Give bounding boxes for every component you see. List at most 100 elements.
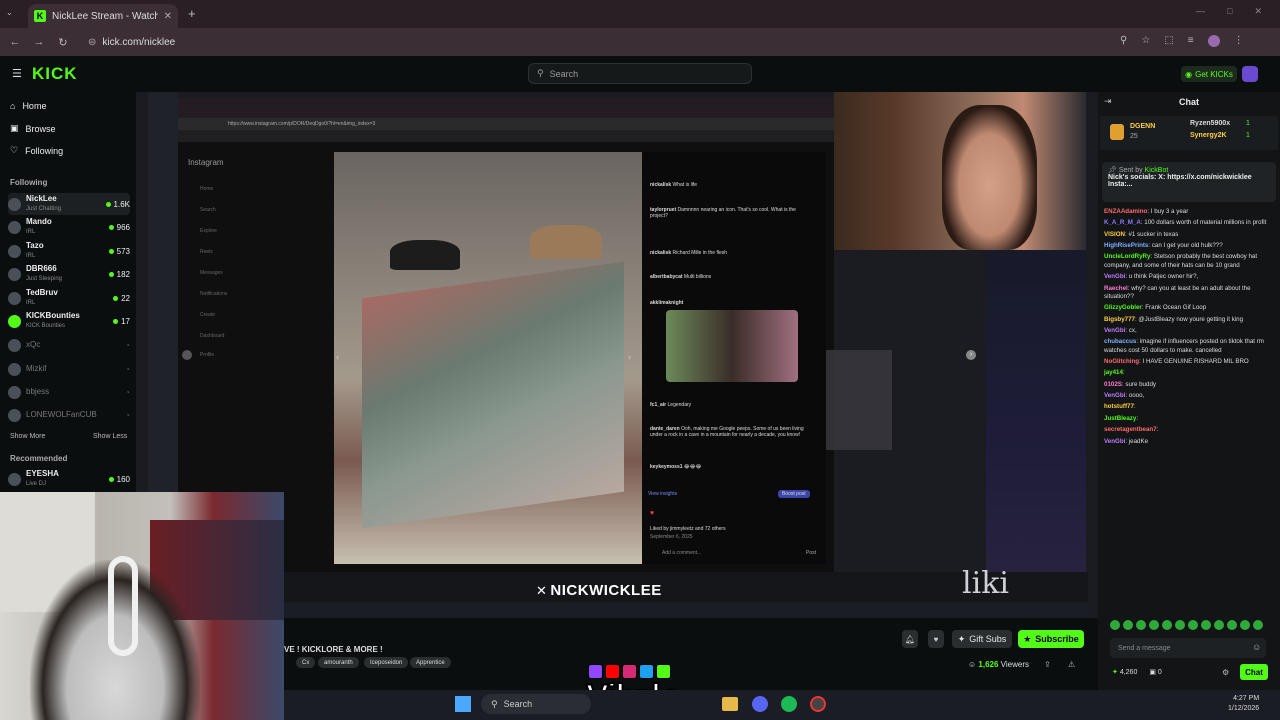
spotify-icon[interactable] (781, 696, 797, 712)
sidebar-channel-lonewolfancub[interactable]: LONEWOLFanCUB ◔ (8, 404, 130, 426)
carousel-next-icon[interactable]: › (628, 352, 631, 362)
chat-username[interactable]: ENZAAdamino (1104, 208, 1147, 215)
kick-logo[interactable]: KICK (32, 64, 78, 84)
chat-username[interactable]: jay414 (1104, 369, 1123, 376)
chat-username[interactable]: VenGbi (1104, 392, 1125, 399)
emote-icon[interactable] (1188, 620, 1198, 630)
sidebar-channel-xqc[interactable]: xQc ◔ (8, 334, 130, 356)
get-kicks-button[interactable]: ◉ Get KICKs (1181, 66, 1237, 82)
chat-username[interactable]: NoGlitching (1104, 358, 1139, 365)
pinned-message[interactable]: 📌︎ Sent by KickBot Nick's socials: X: ht… (1102, 162, 1276, 202)
tag-apprentice[interactable]: Apprentice (410, 657, 451, 668)
chat-username[interactable]: Raechel (1104, 285, 1128, 292)
comment-text: Multi billions (683, 274, 712, 280)
emote-icon[interactable] (1162, 620, 1172, 630)
url-field[interactable]: ⊜ kick.com/nicklee (80, 33, 1160, 51)
subscribe-button[interactable]: ★ Subscribe (1018, 630, 1084, 648)
sidebar-channel-kickbounties[interactable]: KICKBounties KICK Bounties 17 (8, 310, 130, 332)
emote-icon[interactable] (1175, 620, 1185, 630)
chat-username[interactable]: K_A_R_M_A (1104, 219, 1141, 226)
chat-username[interactable]: GlizzyGobler (1104, 304, 1142, 311)
chat-username[interactable]: UncleLordRyRy (1104, 253, 1150, 260)
emote-icon[interactable] (1149, 620, 1159, 630)
emote-icon[interactable] (1253, 620, 1263, 630)
tag-amouranth[interactable]: amouranth (318, 657, 359, 668)
chat-message: VISION: #1 sucker in texas (1104, 230, 1179, 238)
share-icon[interactable]: ⇪ (1044, 660, 1051, 669)
media-icon[interactable]: ≡ (1188, 35, 1194, 47)
chat-username[interactable]: VenGbi (1104, 438, 1125, 445)
emote-icon[interactable] (1136, 620, 1146, 630)
windows-start-icon[interactable] (455, 696, 471, 712)
close-window-icon[interactable]: ✕ (1254, 6, 1262, 17)
nav-home[interactable]: ⌂ Home (10, 101, 46, 111)
emote-icon[interactable] (1214, 620, 1224, 630)
app-icon[interactable] (810, 696, 826, 712)
new-tab-button[interactable]: + (188, 6, 196, 21)
chat-username[interactable]: JustBleazy (1104, 415, 1136, 422)
minimize-icon[interactable]: — (1196, 6, 1205, 17)
file-explorer-icon[interactable] (722, 697, 738, 711)
emote-bar[interactable] (1110, 620, 1270, 632)
extensions-icon[interactable]: ⬚ (1164, 35, 1173, 47)
chat-username[interactable]: VenGbi (1104, 273, 1125, 280)
carousel-prev-icon[interactable]: ‹ (336, 352, 339, 362)
sidebar-channel-nicklee[interactable]: NickLee Just Chatting 1.6K (8, 193, 130, 215)
show-more-button[interactable]: Show More (10, 433, 45, 440)
chat-send-button[interactable]: Chat (1240, 664, 1268, 680)
chat-username[interactable]: hotstuff77 (1104, 403, 1134, 410)
chat-username[interactable]: VISION (1104, 231, 1125, 238)
sidebar-channel-dbr666[interactable]: DBR666 Just Sleeping 182 (8, 263, 130, 285)
tag-cx[interactable]: Cx (296, 657, 316, 668)
emote-icon[interactable] (1201, 620, 1211, 630)
emote-icon[interactable] (1227, 620, 1237, 630)
sidebar-channel-eyesha[interactable]: EYESHA Live DJ 160 (8, 468, 130, 490)
back-button[interactable]: ← (6, 33, 24, 51)
notification-bell-button[interactable]: 🔔︎ (902, 630, 918, 648)
chat-username[interactable]: VenGbi (1104, 327, 1125, 334)
viewer-count: 160 (116, 474, 130, 484)
reload-button[interactable]: ↻ (54, 33, 72, 51)
chat-username[interactable]: HighRisePrints (1104, 242, 1148, 249)
stream-background-panel (986, 250, 1086, 602)
nav-browse[interactable]: ▣ Browse (10, 123, 56, 134)
nav-following[interactable]: ♡ Following (10, 145, 63, 156)
emote-icon[interactable] (1110, 620, 1120, 630)
gift-subs-button[interactable]: ✦ Gift Subs (952, 630, 1012, 648)
chat-message-input[interactable]: Send a message (1110, 638, 1266, 658)
maximize-icon[interactable]: □ (1227, 6, 1232, 17)
tag-iceposeidon[interactable]: Iceposeidon (364, 657, 409, 668)
chat-username[interactable]: secretagentbean7 (1104, 426, 1157, 433)
sidebar-channel-mando[interactable]: Mando IRL 966 (8, 216, 130, 238)
chat-settings-icon[interactable]: ⚙ (1222, 668, 1229, 677)
report-icon[interactable]: ⚠ (1068, 660, 1075, 669)
browser-tab[interactable]: K NickLee Stream - Watch Li... ✕ (28, 4, 178, 28)
menu-kebab-icon[interactable]: ⋮ (1234, 35, 1244, 47)
emoji-picker-icon[interactable]: ☺ (1252, 642, 1261, 652)
avatar (8, 385, 21, 399)
follow-heart-button[interactable]: ♥ (928, 630, 944, 648)
profile-avatar[interactable] (1207, 35, 1220, 47)
emote-icon[interactable] (1123, 620, 1133, 630)
ig-menu-item: Search (200, 207, 216, 213)
forward-button[interactable]: → (30, 33, 48, 51)
taskbar-search[interactable]: ⚲ Search (481, 694, 591, 714)
close-icon[interactable]: ✕ (164, 11, 172, 22)
sidebar-channel-mizkif[interactable]: Mizkif ◔ (8, 358, 130, 380)
chat-username[interactable]: 0102S (1104, 381, 1122, 388)
hamburger-menu-icon[interactable]: ☰ (12, 67, 22, 80)
site-info-icon[interactable]: ⊜ (88, 37, 96, 48)
chat-username[interactable]: chubaccus (1104, 338, 1136, 345)
show-less-button[interactable]: Show Less (93, 433, 127, 440)
sidebar-channel-tazo[interactable]: Tazo IRL 573 (8, 240, 130, 262)
tab-menu-icon[interactable]: ⌄ (6, 8, 20, 20)
chat-username[interactable]: Bigsby777 (1104, 316, 1135, 323)
zoom-icon[interactable]: ⚲ (1120, 35, 1127, 47)
sidebar-channel-bbjess[interactable]: bbjess ◔ (8, 381, 130, 403)
emote-icon[interactable] (1240, 620, 1250, 630)
search-input[interactable]: ⚲ Search (528, 63, 752, 84)
discord-icon[interactable] (752, 696, 768, 712)
bookmark-star-icon[interactable]: ☆ (1141, 35, 1150, 47)
sidebar-channel-tedbruv[interactable]: TedBruv IRL 22 (8, 287, 130, 309)
user-avatar[interactable] (1242, 66, 1258, 82)
